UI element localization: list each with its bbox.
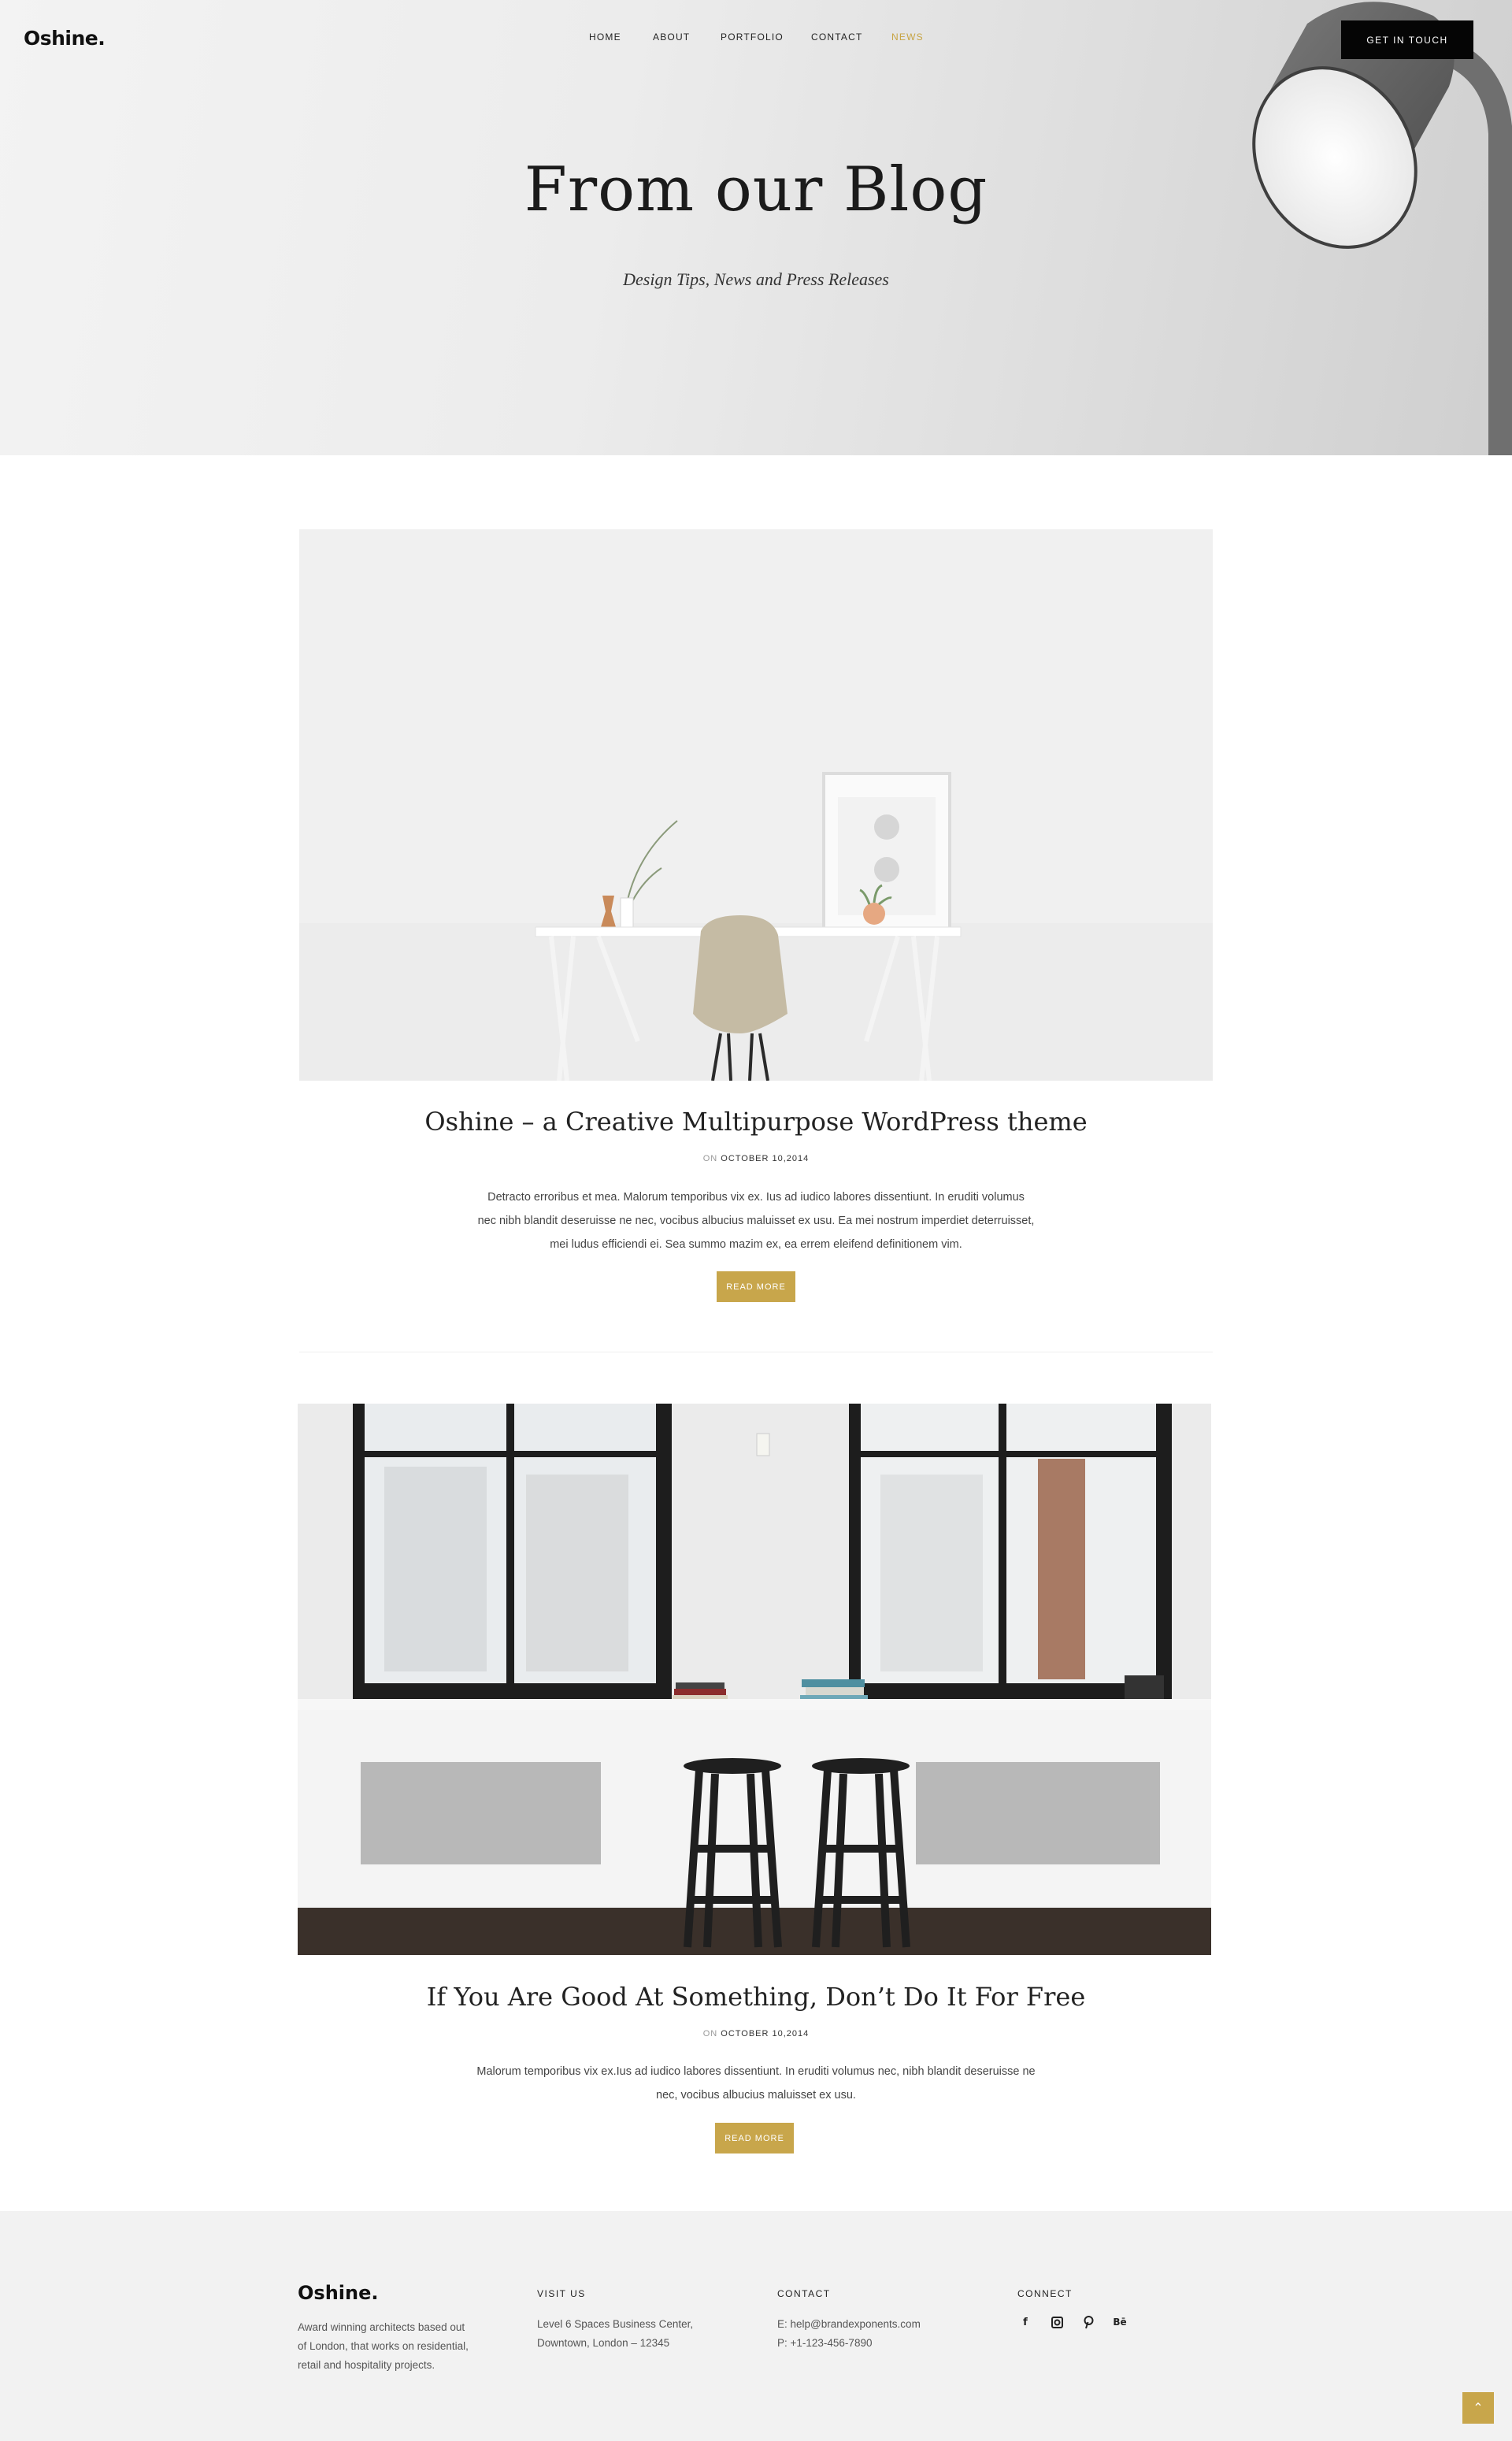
footer-contact-heading: CONTACT	[777, 2288, 831, 2299]
pinterest-icon[interactable]	[1079, 2313, 1098, 2331]
footer-email[interactable]: E: help@brandexponents.com	[777, 2315, 921, 2334]
post-date: ON OCTOBER 10,2014	[0, 1154, 1512, 1163]
post-image-windows[interactable]	[298, 1404, 1211, 1955]
post-excerpt: Malorum temporibus vix ex.Ius ad iudico …	[441, 2060, 1071, 2107]
post-excerpt: Detracto erroribus et mea. Malorum tempo…	[441, 1185, 1071, 1256]
post-date-prefix: ON	[702, 2029, 718, 2038]
chevron-up-icon: ⌃	[1473, 2402, 1484, 2415]
read-more-button[interactable]: READ MORE	[717, 1271, 795, 1302]
excerpt-line: nec nibh blandit deseruisse ne nec, voci…	[477, 1215, 1035, 1227]
post-title[interactable]: If You Are Good At Something, Don’t Do I…	[0, 1982, 1512, 2012]
footer-visit-heading: VISIT US	[537, 2288, 586, 2299]
nav-news[interactable]: NEWS	[891, 32, 924, 43]
post-date-value: OCTOBER 10,2014	[721, 2029, 810, 2038]
footer-logo[interactable]: Oshine.	[298, 2282, 378, 2304]
footer-about-line: of London, that works on residential,	[298, 2340, 469, 2352]
post-date-value: OCTOBER 10,2014	[721, 1154, 810, 1163]
footer-connect-heading: CONNECT	[1017, 2288, 1073, 2299]
post-title[interactable]: Oshine – a Creative Multipurpose WordPre…	[0, 1107, 1512, 1137]
back-to-top-button[interactable]: ⌃	[1462, 2392, 1494, 2424]
post-image-desk[interactable]	[299, 529, 1213, 1081]
page-subtitle: Design Tips, News and Press Releases	[623, 269, 889, 289]
window-scene-image	[298, 1404, 1211, 1955]
post-date: ON OCTOBER 10,2014	[0, 2029, 1512, 2038]
behance-icon[interactable]: Bē	[1110, 2313, 1129, 2331]
nav-about[interactable]: ABOUT	[653, 32, 690, 43]
excerpt-line: nec, vocibus albucius maluisset ex usu.	[656, 2089, 856, 2102]
excerpt-line: Malorum temporibus vix ex.Ius ad iudico …	[476, 2065, 1036, 2078]
main-nav: HOME ABOUT PORTFOLIO CONTACT NEWS	[0, 32, 1512, 47]
instagram-icon[interactable]	[1047, 2313, 1066, 2331]
desk-scene-image	[299, 529, 1213, 1081]
read-more-button[interactable]: READ MORE	[715, 2123, 794, 2153]
nav-portfolio[interactable]: PORTFOLIO	[721, 32, 784, 43]
page-title: From our Blog	[524, 154, 988, 225]
post-date-prefix: ON	[702, 1154, 718, 1163]
excerpt-line: Detracto erroribus et mea. Malorum tempo…	[487, 1191, 1025, 1204]
footer-phone[interactable]: P: +1-123-456-7890	[777, 2334, 921, 2353]
lamp-illustration	[1252, 2, 1512, 455]
footer-address-line: Level 6 Spaces Business Center,	[537, 2318, 694, 2330]
get-in-touch-button[interactable]: GET IN TOUCH	[1341, 20, 1473, 59]
site-footer: Oshine. Award winning architects based o…	[0, 2211, 1512, 2441]
footer-about: Award winning architects based out of Lo…	[298, 2318, 502, 2375]
footer-about-line: retail and hospitality projects.	[298, 2359, 435, 2371]
footer-contact: E: help@brandexponents.com P: +1-123-456…	[777, 2315, 921, 2353]
facebook-icon[interactable]: f	[1016, 2313, 1035, 2331]
hero-section: Oshine. HOME ABOUT PORTFOLIO CONTACT NEW…	[0, 0, 1512, 455]
nav-home[interactable]: HOME	[589, 32, 621, 43]
excerpt-line: mei ludus efficiendi ei. Sea summo mazim…	[550, 1238, 962, 1251]
footer-address: Level 6 Spaces Business Center, Downtown…	[537, 2315, 693, 2353]
footer-address-line: Downtown, London – 12345	[537, 2337, 670, 2349]
nav-contact[interactable]: CONTACT	[811, 32, 863, 43]
footer-about-line: Award winning architects based out	[298, 2321, 465, 2333]
